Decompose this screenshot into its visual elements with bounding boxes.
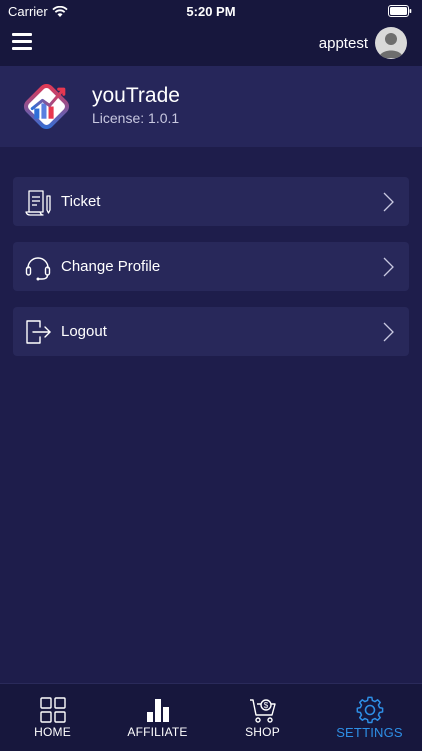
app-logo [23,83,70,130]
tab-bar: HOME AFFILIATE $ SHOP SETTINGS [0,683,422,751]
chevron-right-icon [383,257,394,277]
menu-item-change-profile[interactable]: Change Profile [13,242,409,291]
menu-item-ticket[interactable]: Ticket [13,177,409,226]
menu-item-label: Change Profile [61,258,161,275]
logout-icon [26,320,51,344]
menu-item-label: Logout [61,323,107,340]
ticket-icon [25,190,51,216]
user-icon [379,33,403,58]
headset-icon [25,257,51,281]
chevron-right-icon [383,192,394,212]
tab-settings[interactable]: SETTINGS [317,684,422,751]
tab-label: SHOP [245,725,280,739]
tab-shop[interactable]: $ SHOP [210,684,315,751]
tab-label: AFFILIATE [127,725,188,739]
tab-label: HOME [34,725,71,739]
settings-menu: Ticket Change Profile Logout [13,177,409,372]
menu-item-logout[interactable]: Logout [13,307,409,356]
tab-label: SETTINGS [336,725,403,740]
bar-chart-icon [146,699,169,722]
chevron-right-icon [383,322,394,342]
battery-icon [388,5,412,17]
status-bar: Carrier 5:20 PM [0,0,422,24]
app-header: youTrade License: 1.0.1 [0,66,422,147]
username: apptest [318,35,368,52]
tab-affiliate[interactable]: AFFILIATE [105,684,210,751]
status-time: 5:20 PM [186,4,236,19]
menu-item-label: Ticket [61,193,101,210]
license-text: License: 1.0.1 [92,110,180,126]
top-bar: apptest [0,24,422,66]
avatar[interactable] [375,27,407,59]
tab-home[interactable]: HOME [0,684,105,751]
grid-icon [39,697,66,723]
gear-icon [356,696,383,724]
app-name: youTrade [92,84,180,107]
hamburger-menu-icon[interactable] [12,33,32,53]
svg-text:$: $ [263,701,268,710]
cart-icon: $ [249,699,276,723]
